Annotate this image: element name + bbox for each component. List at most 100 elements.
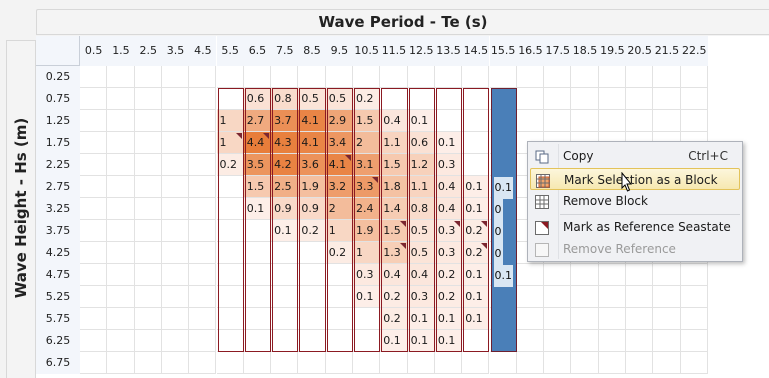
grid-cell[interactable] [653, 110, 681, 132]
grid-cell[interactable]: 3.4 [325, 132, 353, 154]
grid-cell[interactable] [216, 242, 244, 264]
grid-cell[interactable] [353, 66, 381, 88]
grid-cell[interactable] [134, 308, 162, 330]
grid-cell[interactable]: 0.1 [462, 308, 490, 330]
grid-cell[interactable] [243, 330, 272, 352]
grid-cell[interactable] [298, 352, 326, 374]
grid-cell[interactable] [462, 154, 490, 176]
grid-cell[interactable]: 2.4 [353, 198, 381, 220]
grid-cell[interactable] [544, 330, 572, 352]
grid-cell[interactable] [189, 132, 217, 154]
grid-cell[interactable]: 0.4 [434, 198, 463, 220]
row-header[interactable]: 5.25 [36, 286, 81, 308]
grid-cell[interactable]: 0.1 [462, 198, 490, 220]
grid-cell[interactable] [134, 132, 162, 154]
grid-cell[interactable] [680, 264, 708, 286]
grid-cell[interactable] [353, 308, 381, 330]
grid-cell[interactable] [161, 286, 190, 308]
row-header[interactable]: 6.75 [36, 352, 81, 374]
grid-cell[interactable]: 1.5 [380, 154, 408, 176]
column-header[interactable]: 17.5 [544, 36, 572, 67]
grid-cell[interactable] [216, 352, 244, 374]
column-header[interactable]: 15.5 [489, 36, 517, 67]
grid-cell[interactable]: 1.3 [380, 242, 408, 264]
grid-cell[interactable]: 0.9 [271, 198, 299, 220]
grid-cell[interactable]: 0.4 [380, 110, 408, 132]
grid-cell[interactable]: 2.7 [243, 110, 272, 132]
row-header[interactable]: 6.25 [36, 330, 81, 352]
menu-item-mark-selection-as-block[interactable]: Mark Selection as a Block [530, 168, 740, 190]
grid-cell[interactable] [653, 352, 681, 374]
column-header[interactable]: 10.5 [353, 36, 381, 67]
grid-cell[interactable] [107, 220, 135, 242]
grid-cell[interactable] [243, 308, 272, 330]
grid-cell[interactable]: 3.1 [353, 154, 381, 176]
grid-cell[interactable] [134, 242, 162, 264]
grid-cell[interactable] [80, 66, 108, 88]
grid-cell[interactable] [325, 330, 353, 352]
grid-cell[interactable] [271, 308, 299, 330]
grid-cell[interactable] [107, 110, 135, 132]
grid-cell[interactable] [80, 176, 108, 198]
grid-cell[interactable]: 0.2 [434, 286, 463, 308]
grid-cell[interactable] [80, 198, 108, 220]
grid-cell[interactable] [626, 330, 654, 352]
grid-cell[interactable] [571, 264, 599, 286]
column-header[interactable]: 8.5 [298, 36, 326, 67]
grid-cell[interactable] [653, 264, 681, 286]
grid-cell[interactable]: 0.2 [325, 242, 353, 264]
grid-cell[interactable] [189, 242, 217, 264]
grid-cell[interactable] [243, 220, 272, 242]
grid-cell[interactable] [107, 198, 135, 220]
grid-cell[interactable] [80, 154, 108, 176]
column-header[interactable]: 1.5 [107, 36, 135, 67]
column-header[interactable]: 2.5 [134, 36, 162, 67]
grid-cell[interactable] [516, 330, 545, 352]
grid-cell[interactable] [107, 264, 135, 286]
grid-cell[interactable] [598, 308, 626, 330]
grid-cell[interactable] [598, 352, 626, 374]
grid-cell[interactable] [598, 286, 626, 308]
grid-cell[interactable] [598, 66, 626, 88]
grid-cell[interactable]: 1.5 [243, 176, 272, 198]
grid-cell[interactable]: 0.1 [271, 220, 299, 242]
row-header[interactable]: 3.75 [36, 220, 81, 242]
grid-cell[interactable]: 4.4 [243, 132, 272, 154]
selected-column-block[interactable]: 0.1 0 0 0 0.1 [490, 88, 517, 352]
grid-cell[interactable]: 1 [216, 132, 244, 154]
grid-cell[interactable] [161, 198, 190, 220]
menu-item-remove-block[interactable]: Remove Block [530, 190, 740, 212]
grid-cell[interactable]: 3.2 [325, 176, 353, 198]
grid-cell[interactable] [134, 198, 162, 220]
grid-cell[interactable] [325, 66, 353, 88]
grid-cell[interactable] [434, 352, 463, 374]
grid-cell[interactable]: 0.5 [407, 220, 435, 242]
grid-cell[interactable] [680, 66, 708, 88]
grid-cell[interactable]: 4.1 [298, 132, 326, 154]
grid-cell[interactable] [462, 66, 490, 88]
grid-cell[interactable] [544, 88, 572, 110]
row-header[interactable]: 2.25 [36, 154, 81, 176]
grid-cell[interactable]: 0.8 [271, 88, 299, 110]
grid-cell[interactable] [653, 66, 681, 88]
column-header[interactable]: 11.5 [380, 36, 408, 67]
grid-cell[interactable] [407, 352, 435, 374]
grid-cell[interactable]: 0.3 [434, 220, 463, 242]
grid-cell[interactable]: 0.2 [380, 308, 408, 330]
grid-cell[interactable] [380, 352, 408, 374]
grid-cell[interactable]: 1.5 [353, 110, 381, 132]
grid-cell[interactable] [516, 110, 545, 132]
grid-cell[interactable] [161, 352, 190, 374]
grid-cell[interactable] [626, 88, 654, 110]
column-header[interactable]: 16.5 [516, 36, 545, 67]
column-header[interactable]: 19.5 [598, 36, 626, 67]
grid-cell[interactable] [161, 220, 190, 242]
grid-cell[interactable]: 0.2 [462, 220, 490, 242]
grid-cell[interactable] [680, 88, 708, 110]
grid-cell[interactable]: 4.3 [271, 132, 299, 154]
grid-cell[interactable]: 0.3 [434, 154, 463, 176]
column-header[interactable]: 7.5 [271, 36, 299, 67]
column-header[interactable]: 9.5 [325, 36, 353, 67]
grid-cell[interactable] [271, 286, 299, 308]
grid-cell[interactable] [271, 352, 299, 374]
